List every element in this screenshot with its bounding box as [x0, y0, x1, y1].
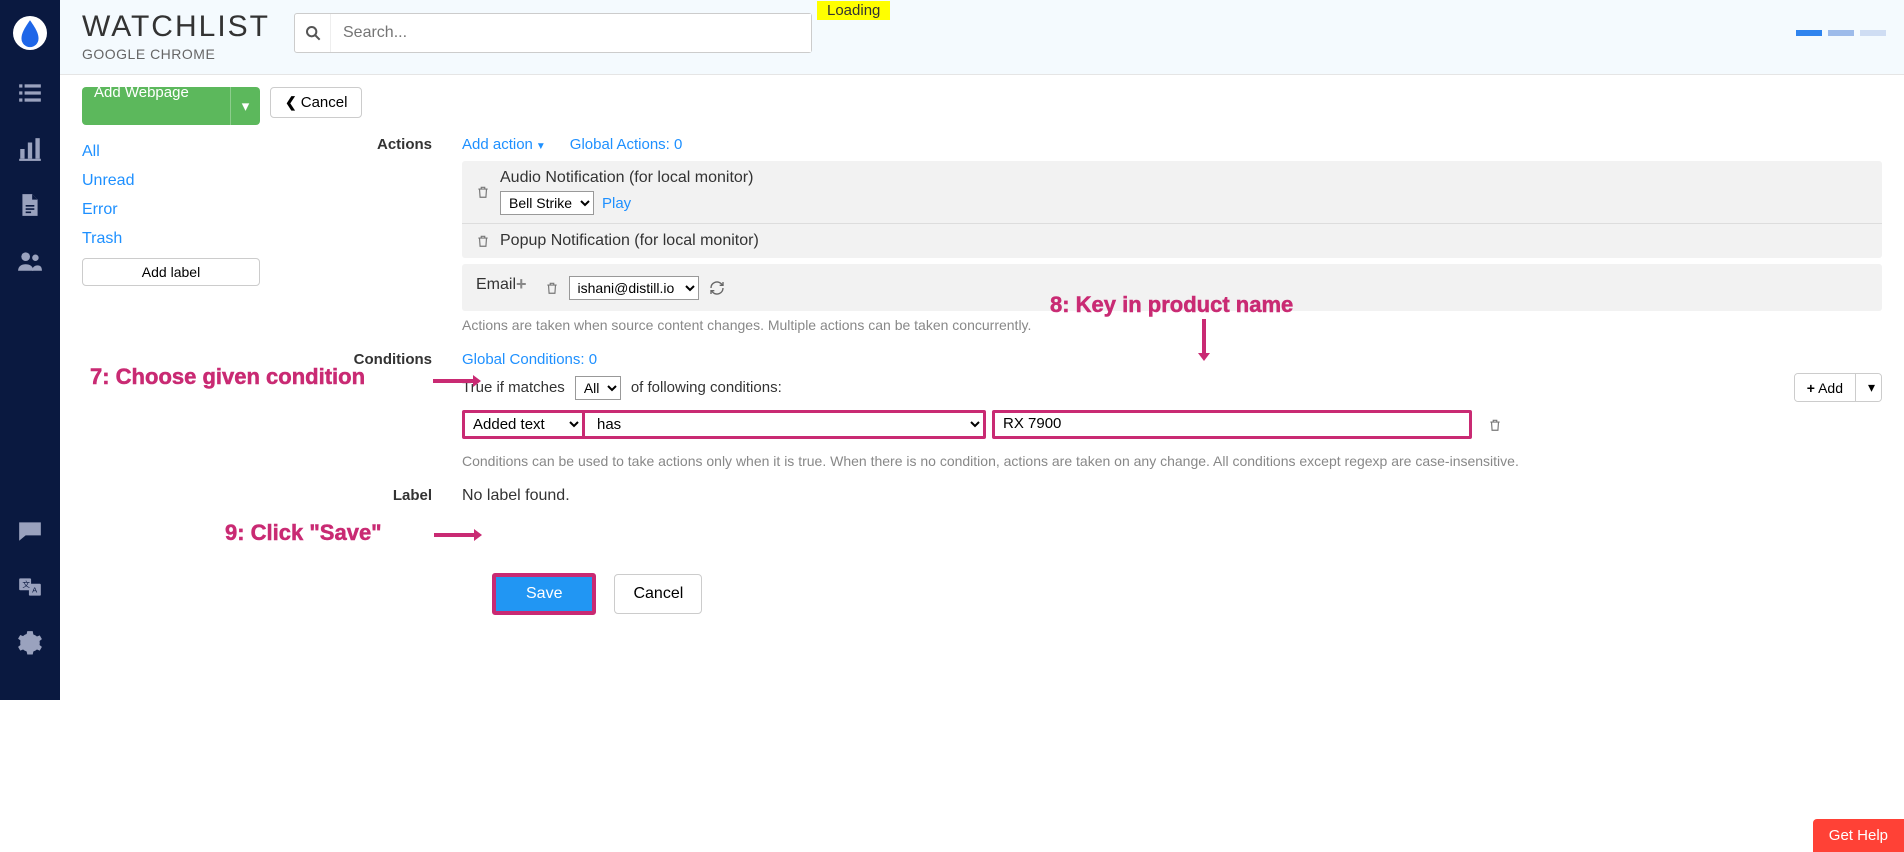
add-label-button[interactable]: Add label [82, 258, 260, 286]
sidebar-link-trash[interactable]: Trash [82, 230, 238, 248]
refresh-icon[interactable] [709, 280, 725, 296]
add-condition-dropdown[interactable]: ▾ [1855, 374, 1881, 401]
condition-operator-select[interactable]: has [585, 413, 983, 436]
email-card: Email + ishani@distill.io [462, 264, 1882, 311]
loading-badge: Loading [817, 1, 890, 20]
app-logo-icon [13, 16, 47, 50]
caret-down-icon: ▾ [230, 87, 260, 125]
condition-row: Added text has [462, 410, 1882, 439]
arrow-8 [1196, 319, 1212, 361]
svg-text:文: 文 [22, 579, 30, 589]
chevron-left-icon: ❮ [285, 94, 297, 111]
of-following-text: of following conditions: [631, 379, 782, 396]
condition-source-select[interactable]: Added text [465, 413, 585, 436]
chart-icon[interactable] [15, 136, 45, 162]
decorative-stripes [1796, 30, 1886, 36]
email-select[interactable]: ishani@distill.io [569, 276, 699, 300]
save-button[interactable]: Save [492, 573, 596, 615]
cancel-top-button[interactable]: ❮ Cancel [270, 87, 362, 118]
chat-icon[interactable] [15, 518, 45, 544]
conditions-label: Conditions [270, 351, 462, 469]
cancel-button[interactable]: Cancel [614, 574, 702, 614]
translate-icon[interactable]: 文A [15, 574, 45, 600]
no-label-text: No label found. [462, 487, 570, 504]
global-conditions-link[interactable]: Global Conditions: 0 [462, 351, 597, 368]
actions-label: Actions [270, 136, 462, 333]
audio-popup-card: Audio Notification (for local monitor) B… [462, 161, 1882, 258]
add-condition-button[interactable]: + Add [1795, 374, 1855, 401]
conditions-help: Conditions can be used to take actions o… [462, 453, 1882, 469]
email-title: Email [476, 276, 516, 294]
search-box [294, 13, 812, 53]
match-all-select[interactable]: All [575, 376, 621, 400]
get-help-button[interactable]: Get Help [1813, 819, 1904, 852]
global-actions-link[interactable]: Global Actions: 0 [570, 136, 683, 153]
header: WATCHLIST GOOGLE CHROME Loading [60, 0, 1904, 75]
sidebar-link-unread[interactable]: Unread [82, 172, 238, 190]
trash-icon[interactable] [1488, 417, 1502, 433]
left-rail: 文A [0, 0, 60, 700]
condition-value-input[interactable] [995, 413, 1469, 434]
left-sidebar: Add Webpage ▾ All Unread Error Trash Add… [60, 75, 260, 700]
users-icon[interactable] [15, 248, 45, 274]
trash-icon[interactable] [545, 280, 559, 296]
add-action-link[interactable]: Add action▼ [462, 136, 546, 153]
main-content: ❮ Cancel Actions Add action▼ Global Acti… [260, 75, 1904, 700]
popup-notification-title: Popup Notification (for local monitor) [500, 232, 759, 250]
page-subtitle: GOOGLE CHROME [82, 46, 282, 62]
trash-icon[interactable] [476, 233, 490, 249]
gear-icon[interactable] [15, 630, 45, 656]
audio-sound-select[interactable]: Bell Strike [500, 191, 594, 215]
search-input[interactable] [331, 14, 811, 52]
plus-icon[interactable]: + [516, 274, 527, 295]
search-icon[interactable] [295, 14, 331, 52]
arrow-9 [434, 527, 482, 543]
document-icon[interactable] [15, 192, 45, 218]
arrow-7 [433, 373, 481, 389]
add-webpage-button[interactable]: Add Webpage ▾ [82, 87, 260, 125]
label-label: Label [270, 487, 462, 505]
audio-notification-title: Audio Notification (for local monitor) [500, 169, 1868, 187]
page-title: WATCHLIST [82, 10, 282, 44]
sidebar-link-error[interactable]: Error [82, 201, 238, 219]
sidebar-link-all[interactable]: All [82, 143, 238, 161]
list-icon[interactable] [15, 80, 45, 106]
actions-help: Actions are taken when source content ch… [462, 317, 1882, 333]
play-link[interactable]: Play [602, 195, 631, 212]
trash-icon[interactable] [476, 184, 490, 200]
